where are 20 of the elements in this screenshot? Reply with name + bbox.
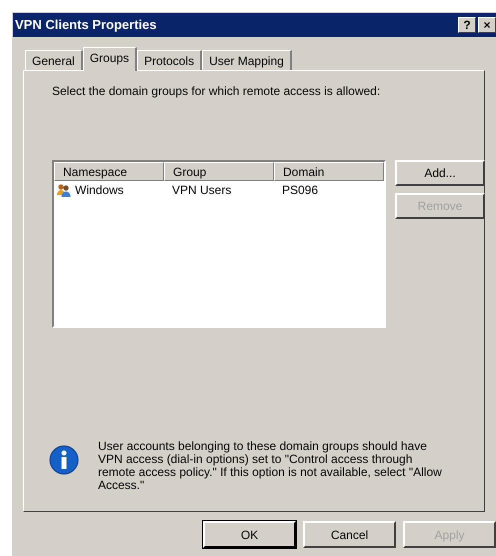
info-icon (48, 444, 80, 476)
help-button[interactable]: ? (458, 17, 476, 33)
table-cell-text: PS096 (282, 182, 318, 199)
tab[interactable]: User Mapping (202, 50, 292, 70)
window-title: VPN Clients Properties (15, 16, 158, 34)
user-group-icon (56, 182, 72, 198)
ok-button[interactable]: OK (203, 521, 296, 548)
table-cell-text: Windows (75, 182, 124, 199)
add-button[interactable]: Add... (395, 160, 485, 186)
tab[interactable]: General (25, 50, 83, 70)
info-text: User accounts belonging to these domain groups should have VPN access (dial-in options) set to "Control access through remote access policy." If this option is not available, select "Allow Access." (98, 440, 443, 492)
table-cell-text: VPN Users (172, 182, 232, 199)
close-button[interactable]: × (478, 17, 496, 33)
tab[interactable]: Protocols (137, 50, 202, 70)
cancel-button[interactable]: Cancel (303, 521, 396, 548)
column-header[interactable]: Domain (274, 162, 384, 181)
tab[interactable]: Groups (82, 47, 138, 71)
column-header[interactable]: Namespace (54, 162, 164, 181)
instruction-text: Select the domain groups for which remote access is allowed: (52, 83, 382, 100)
column-header[interactable]: Group (164, 162, 274, 181)
